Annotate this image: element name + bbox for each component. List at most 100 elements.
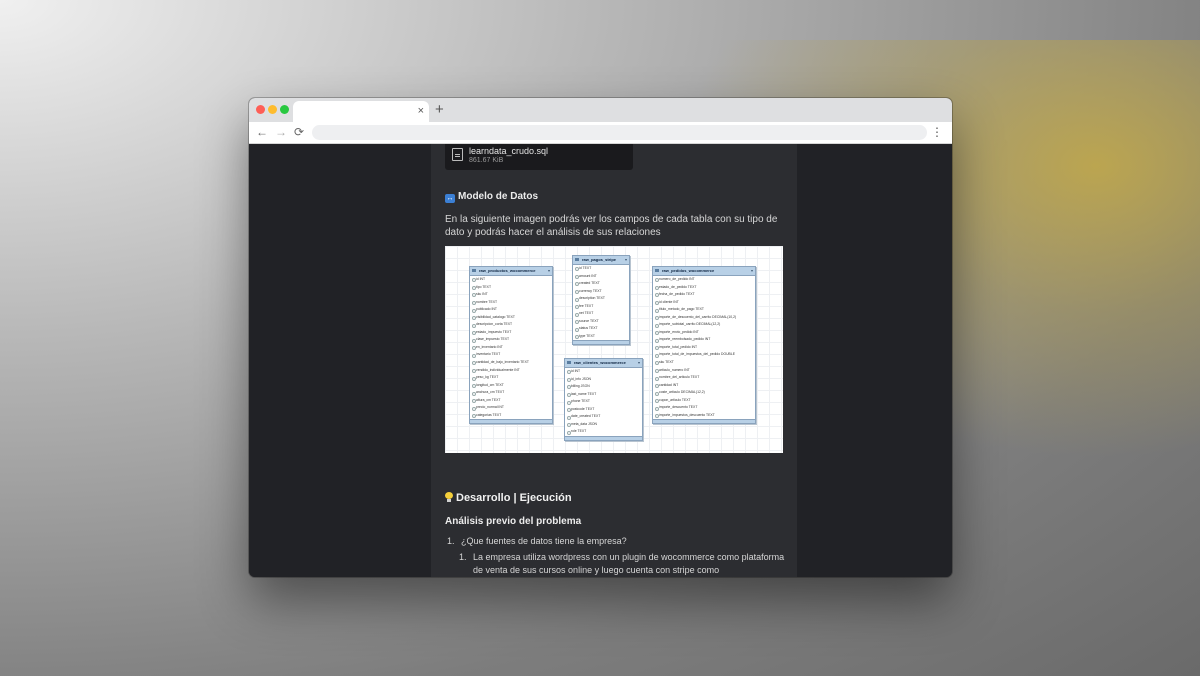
er-field: importe_impuestos_descuento TEXT [653, 412, 755, 420]
er-table-productos: raw_productos_wocommerce ▾ id INT tipo TE… [469, 266, 553, 425]
er-field: descripcion_corta TEXT [470, 321, 552, 329]
er-field: currency TEXT [573, 288, 629, 296]
er-field: importe_descuento TEXT [653, 404, 755, 412]
table-icon [567, 361, 571, 364]
er-field: clase_impuesto TEXT [470, 336, 552, 344]
er-table-header: raw_pedidos_wocommerce ▾ [653, 267, 755, 276]
er-field: tipo TEXT [470, 284, 552, 292]
er-table-footer [573, 340, 629, 345]
er-field: sku INT [470, 291, 552, 299]
er-field: en_inventario INT [470, 344, 552, 352]
file-attachment[interactable]: learndata_crudo.sql 861.67 KiB [445, 144, 633, 170]
analysis-subheading: Análisis previo del problema [445, 516, 582, 527]
er-field: status TEXT [573, 325, 629, 333]
er-field: precio_normal INT [470, 404, 552, 412]
er-field: fee TEXT [573, 303, 629, 311]
tab-bar: × + [249, 98, 952, 122]
er-field: importe_total_de_impuestos_del_pedido DO… [653, 351, 755, 359]
er-field: id INT [565, 368, 642, 376]
list-item-text: La empresa utiliza wordpress con un plug… [473, 552, 785, 575]
er-table-header: raw_pagos_stripe ▾ [573, 256, 629, 265]
er-field: id cliente INT [653, 299, 755, 307]
development-heading: Desarrollo | Ejecución [445, 492, 572, 504]
er-field: visibilidad_catalogo TEXT [470, 314, 552, 322]
minimize-window-button[interactable] [268, 105, 277, 114]
browser-tab[interactable]: × [293, 101, 429, 122]
page-viewport[interactable]: learndata_crudo.sql 861.67 KiB ↔ Modelo d… [249, 144, 952, 577]
forward-arrow-icon[interactable]: → [275, 124, 287, 140]
address-bar[interactable] [312, 125, 927, 140]
file-name: learndata_crudo.sql [469, 146, 549, 156]
table-icon [472, 269, 476, 272]
chevron-down-icon: ▾ [750, 268, 753, 273]
er-field: meta_data JSON [565, 421, 642, 429]
model-description: En la siguiente imagen podrás ver los ca… [445, 214, 778, 238]
er-field: description TEXT [573, 295, 629, 303]
er-table-footer [470, 419, 552, 424]
er-field: nombre_del_articulo TEXT [653, 374, 755, 382]
er-table-clientes: raw_clientes_wocommerce ▾ id INT id_info … [564, 358, 643, 441]
er-field: inventario TEXT [470, 351, 552, 359]
table-icon [575, 258, 579, 261]
close-tab-icon[interactable]: × [418, 104, 424, 118]
er-field: phone TEXT [565, 398, 642, 406]
er-field: numero_de_pedido INT [653, 276, 755, 284]
er-field: importe_total_pedido INT [653, 344, 755, 352]
er-table-pedidos: raw_pedidos_wocommerce ▾ numero_de_pedid… [652, 266, 756, 425]
nested-list-item: 1. La empresa utiliza wordpress con un p… [459, 551, 789, 577]
er-field: importe_subtotal_carrito DECIMAL(12,2) [653, 321, 755, 329]
er-field: cupon_articulo TEXT [653, 397, 755, 405]
er-table-name: raw_productos_wocommerce [479, 268, 536, 273]
er-field-list: numero_de_pedido INT estado_de_pedido TEX… [653, 276, 755, 419]
er-field-list: id INT id_info JSON billing JSON last_name … [565, 368, 642, 436]
er-field: categorias TEXT [470, 412, 552, 420]
er-field: importe_reembolsado_pedido INT [653, 336, 755, 344]
model-heading-text: Modelo de Datos [458, 191, 539, 202]
er-field: vendido_individualmente INT [470, 367, 552, 375]
back-arrow-icon[interactable]: ← [256, 124, 268, 140]
er-table-name: raw_pedidos_wocommerce [662, 268, 715, 273]
er-field: anchura_cm TEXT [470, 389, 552, 397]
close-window-button[interactable] [256, 105, 265, 114]
er-field: last_name TEXT [565, 391, 642, 399]
er-field: cantidad INT [653, 382, 755, 390]
browser-toolbar: ← → ⟳ ⋮ [249, 122, 952, 144]
light-bulb-icon [445, 492, 453, 502]
er-field: nombre TEXT [470, 299, 552, 307]
er-field-list: id INT tipo TEXT sku INT nombre TEXT publica… [470, 276, 552, 419]
er-field: importe_envio_pedido INT [653, 329, 755, 337]
development-heading-text: Desarrollo | Ejecución [456, 492, 572, 504]
er-field: postcode TEXT [565, 406, 642, 414]
er-field: net TEXT [573, 310, 629, 318]
er-field: fecha_de_pedido TEXT [653, 291, 755, 299]
file-icon [452, 148, 463, 161]
table-icon [655, 269, 659, 272]
er-field: id_info JSON [565, 376, 642, 384]
er-field: peso_kg TEXT [470, 374, 552, 382]
er-field: cantidad_de_bajo_inventario TEXT [470, 359, 552, 367]
new-tab-button[interactable]: + [435, 101, 444, 119]
er-table-header: raw_productos_wocommerce ▾ [470, 267, 552, 276]
er-table-name: raw_pagos_stripe [582, 257, 617, 262]
er-field: longitud_cm TEXT [470, 382, 552, 390]
list-number: 1. [447, 536, 455, 546]
chevron-down-icon: ▾ [547, 268, 550, 273]
reload-icon[interactable]: ⟳ [294, 124, 304, 140]
maximize-window-button[interactable] [280, 105, 289, 114]
er-table-footer [565, 435, 642, 440]
list-item-text: ¿Que fuentes de datos tiene la empresa? [461, 536, 627, 546]
chevron-down-icon: ▾ [624, 257, 627, 262]
er-field: estado_impuesto TEXT [470, 329, 552, 337]
data-model-diagram: raw_productos_wocommerce ▾ id INT tipo TE… [445, 246, 783, 453]
er-field: billing JSON [565, 383, 642, 391]
browser-menu-icon[interactable]: ⋮ [931, 125, 943, 139]
er-field: date_created TEXT [565, 413, 642, 421]
er-field: id INT [470, 276, 552, 284]
file-size: 861.67 KiB [469, 157, 504, 164]
er-field: role TEXT [565, 428, 642, 436]
er-table-name: raw_clientes_wocommerce [574, 360, 626, 365]
er-field: type TEXT [573, 333, 629, 341]
model-heading: ↔ Modelo de Datos [445, 191, 538, 203]
er-field: created TEXT [573, 280, 629, 288]
er-field: sku TEXT [653, 359, 755, 367]
